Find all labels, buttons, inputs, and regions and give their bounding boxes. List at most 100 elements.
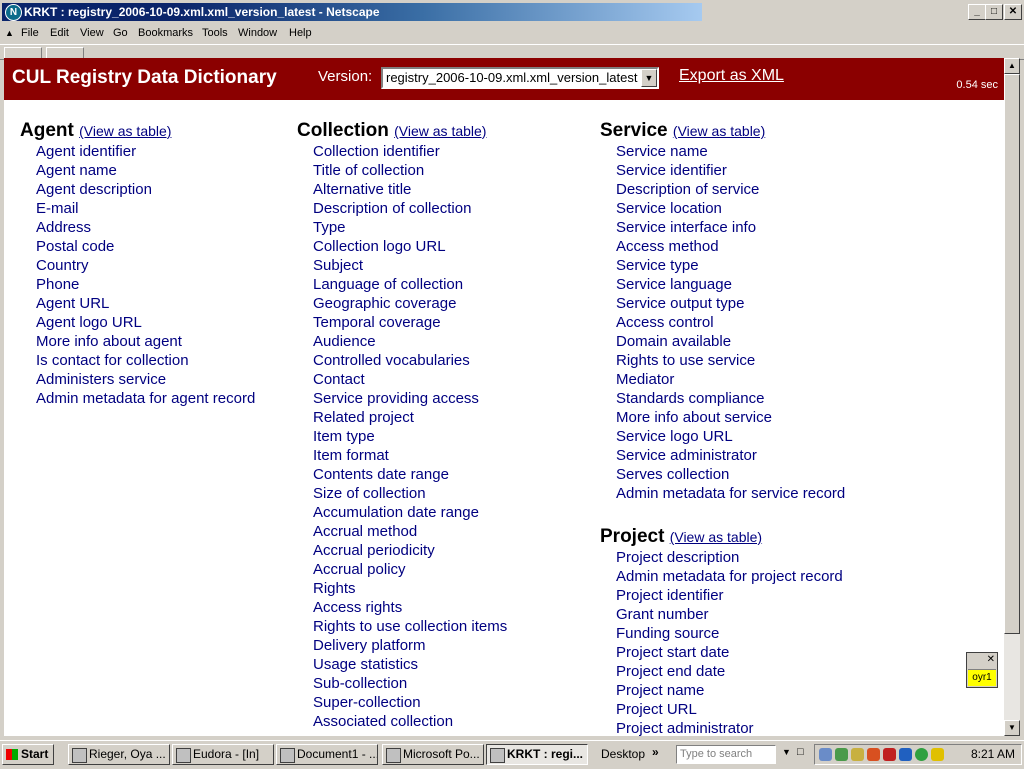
field-link[interactable]: Sub-collection bbox=[313, 674, 507, 693]
field-link[interactable]: Contact bbox=[313, 370, 507, 389]
field-link[interactable]: Access method bbox=[616, 237, 845, 256]
field-link[interactable]: Administers service bbox=[36, 370, 255, 389]
field-link[interactable]: Is contact for collection bbox=[36, 351, 255, 370]
sticky-note-widget[interactable]: ✕ oyr1 bbox=[966, 652, 998, 688]
field-link[interactable]: Super-collection bbox=[313, 693, 507, 712]
chevron-down-icon[interactable]: ▼ bbox=[782, 747, 791, 757]
tray-icon[interactable] bbox=[867, 748, 880, 761]
field-link[interactable]: Service location bbox=[616, 199, 845, 218]
scroll-up-button[interactable]: ▲ bbox=[1004, 58, 1020, 74]
field-link[interactable]: Title of collection bbox=[313, 161, 507, 180]
taskbar-item-active[interactable]: KRKT : regi... bbox=[486, 744, 588, 765]
field-link[interactable]: Project name bbox=[616, 681, 843, 700]
field-link[interactable]: Size of collection bbox=[313, 484, 507, 503]
field-link[interactable]: Service name bbox=[616, 142, 845, 161]
field-link[interactable]: Alternative title bbox=[313, 180, 507, 199]
field-link[interactable]: Service providing access bbox=[313, 389, 507, 408]
field-link[interactable]: Admin metadata for project record bbox=[616, 567, 843, 586]
view-as-table-link[interactable]: (View as table) bbox=[79, 123, 171, 139]
field-link[interactable]: More info about agent bbox=[36, 332, 255, 351]
export-xml-link[interactable]: Export as XML bbox=[679, 67, 784, 85]
field-link[interactable]: E-mail bbox=[36, 199, 255, 218]
field-link[interactable]: Country bbox=[36, 256, 255, 275]
field-link[interactable]: Admin metadata for service record bbox=[616, 484, 845, 503]
field-link[interactable]: Language of collection bbox=[313, 275, 507, 294]
taskbar-item[interactable]: Rieger, Oya ... bbox=[68, 744, 170, 765]
field-link[interactable]: Postal code bbox=[36, 237, 255, 256]
field-link[interactable]: Project administrator bbox=[616, 719, 843, 736]
field-link[interactable]: Access control bbox=[616, 313, 845, 332]
field-link[interactable]: Delivery platform bbox=[313, 636, 507, 655]
field-link[interactable]: Agent description bbox=[36, 180, 255, 199]
field-link[interactable]: Rights to use collection items bbox=[313, 617, 507, 636]
field-link[interactable]: More info about service bbox=[616, 408, 845, 427]
field-link[interactable]: Subject bbox=[313, 256, 507, 275]
field-link[interactable]: Project URL bbox=[616, 700, 843, 719]
taskbar-item[interactable]: Eudora - [In] bbox=[172, 744, 274, 765]
field-link[interactable]: Usage statistics bbox=[313, 655, 507, 674]
scrollbar-thumb[interactable] bbox=[1004, 74, 1020, 634]
menu-window[interactable]: Window bbox=[238, 27, 277, 39]
field-link[interactable]: Project end date bbox=[616, 662, 843, 681]
field-link[interactable]: Collection identifier bbox=[313, 142, 507, 161]
start-button[interactable]: Start bbox=[2, 744, 54, 765]
field-link[interactable]: Item type bbox=[313, 427, 507, 446]
collapse-toolbar-icon[interactable]: ▲ bbox=[5, 28, 14, 38]
field-link[interactable]: Controlled vocabularies bbox=[313, 351, 507, 370]
desktop-icon[interactable]: □ bbox=[797, 746, 804, 758]
field-link[interactable]: Description of collection bbox=[313, 199, 507, 218]
menu-edit[interactable]: Edit bbox=[50, 27, 69, 39]
field-link[interactable]: Phone bbox=[36, 275, 255, 294]
field-link[interactable]: Project identifier bbox=[616, 586, 843, 605]
field-link[interactable]: Audience bbox=[313, 332, 507, 351]
field-link[interactable]: Serves collection bbox=[616, 465, 845, 484]
field-link[interactable]: Temporal coverage bbox=[313, 313, 507, 332]
view-as-table-link[interactable]: (View as table) bbox=[673, 123, 765, 139]
tray-icon[interactable] bbox=[835, 748, 848, 761]
window-titlebar[interactable]: N KRKT : registry_2006-10-09.xml.xml_ver… bbox=[0, 0, 1024, 24]
netscape-icon[interactable]: N bbox=[5, 4, 22, 21]
taskbar-item[interactable]: Microsoft Po... bbox=[382, 744, 484, 765]
field-link[interactable]: Access rights bbox=[313, 598, 507, 617]
desktop-toolbar-label[interactable]: Desktop bbox=[601, 747, 645, 761]
minimize-button[interactable]: _ bbox=[968, 4, 986, 20]
field-link[interactable]: Admin metadata for agent record bbox=[36, 389, 255, 408]
menu-file[interactable]: File bbox=[21, 27, 39, 39]
field-link[interactable]: Service language bbox=[616, 275, 845, 294]
taskbar-item[interactable]: Document1 - ... bbox=[276, 744, 378, 765]
sticky-note-label[interactable]: oyr1 bbox=[968, 669, 996, 686]
field-link[interactable]: Project description bbox=[616, 548, 843, 567]
field-link[interactable]: Rights to use service bbox=[616, 351, 845, 370]
view-as-table-link[interactable]: (View as table) bbox=[670, 529, 762, 545]
key-icon[interactable] bbox=[851, 748, 864, 761]
field-link[interactable]: Item format bbox=[313, 446, 507, 465]
field-link[interactable]: Contents date range bbox=[313, 465, 507, 484]
chevron-down-icon[interactable]: ▼ bbox=[641, 69, 657, 87]
version-select[interactable]: registry_2006-10-09.xml.xml_version_late… bbox=[381, 67, 659, 89]
close-icon[interactable]: ✕ bbox=[987, 654, 995, 665]
field-link[interactable]: Service type bbox=[616, 256, 845, 275]
search-input[interactable]: Type to search bbox=[676, 745, 776, 764]
field-link[interactable]: Grant number bbox=[616, 605, 843, 624]
field-link[interactable]: Project start date bbox=[616, 643, 843, 662]
tray-icon[interactable] bbox=[899, 748, 912, 761]
field-link[interactable]: Service logo URL bbox=[616, 427, 845, 446]
field-link[interactable]: Service administrator bbox=[616, 446, 845, 465]
globe-icon[interactable] bbox=[915, 748, 928, 761]
menu-tools[interactable]: Tools bbox=[202, 27, 228, 39]
field-link[interactable]: Mediator bbox=[616, 370, 845, 389]
field-link[interactable]: Accrual policy bbox=[313, 560, 507, 579]
chevron-right-icon[interactable]: » bbox=[652, 745, 659, 759]
field-link[interactable]: Agent identifier bbox=[36, 142, 255, 161]
field-link[interactable]: Accumulation date range bbox=[313, 503, 507, 522]
menu-bookmarks[interactable]: Bookmarks bbox=[138, 27, 193, 39]
field-link[interactable]: Agent name bbox=[36, 161, 255, 180]
close-button[interactable]: ✕ bbox=[1004, 4, 1022, 20]
tray-icon[interactable] bbox=[883, 748, 896, 761]
menu-help[interactable]: Help bbox=[289, 27, 312, 39]
tray-icon[interactable] bbox=[931, 748, 944, 761]
field-link[interactable]: Agent logo URL bbox=[36, 313, 255, 332]
field-link[interactable]: Domain available bbox=[616, 332, 845, 351]
field-link[interactable]: Address bbox=[36, 218, 255, 237]
field-link[interactable]: Collection logo URL bbox=[313, 237, 507, 256]
